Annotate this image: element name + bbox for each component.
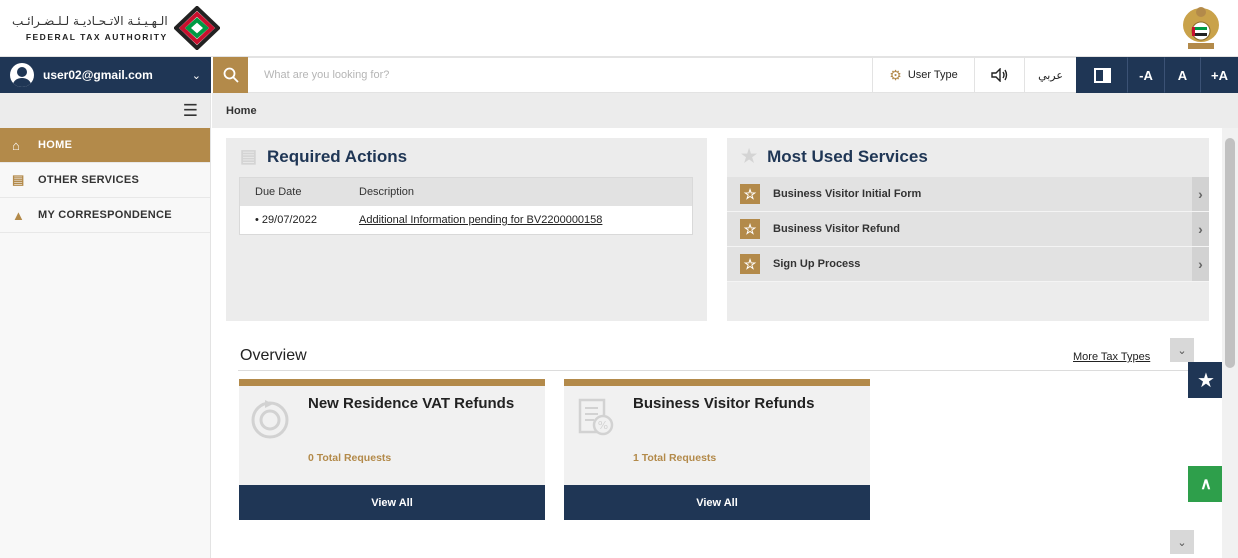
row-due-date: • 29/07/2022 (255, 214, 317, 226)
service-label: Business Visitor Refund (773, 223, 900, 235)
section-collapse-button[interactable]: ⌄ (1170, 530, 1194, 554)
sidebar-item-other-services[interactable]: ▤ OTHER SERVICES (0, 163, 210, 198)
view-all-button[interactable]: View All (564, 485, 870, 520)
required-action-link[interactable]: Additional Information pending for BV220… (359, 214, 602, 226)
logo-english-name: FEDERAL TAX AUTHORITY (25, 32, 168, 42)
more-tax-types-link[interactable]: More Tax Types (1073, 351, 1150, 363)
star-icon: ★ (1197, 369, 1215, 392)
card-title: Business Visitor Refunds (633, 395, 815, 412)
star-icon: ★ (741, 146, 758, 166)
search-icon (223, 67, 239, 83)
font-increase-label: +A (1211, 67, 1228, 83)
overview-title: Overview (240, 347, 307, 364)
most-used-services-panel: ★ Most Used Services ☆ Business Visitor … (727, 138, 1209, 321)
service-item-sign-up-process[interactable]: ☆ Sign Up Process › (727, 247, 1209, 282)
overview-collapse-button[interactable]: ⌄ (1170, 338, 1194, 362)
font-decrease-label: -A (1139, 67, 1153, 83)
contrast-icon (1093, 67, 1111, 83)
service-label: Business Visitor Initial Form (773, 188, 922, 200)
card-title: New Residence VAT Refunds (308, 395, 515, 412)
row-description-cell: Additional Information pending for BV220… (359, 214, 692, 226)
refund-cycle-icon (251, 400, 289, 439)
user-avatar-icon (10, 63, 34, 87)
language-toggle[interactable]: عربي (1024, 57, 1076, 93)
home-icon: ⌂ (12, 137, 21, 153)
panel-title-text: Required Actions (267, 146, 408, 166)
chevron-down-icon: ⌄ (1177, 344, 1187, 357)
required-actions-title: ▤ Required Actions (240, 146, 407, 167)
uae-emblem-icon (1183, 7, 1219, 49)
table-header: Due Date Description (240, 178, 692, 206)
table-row: • 29/07/2022 Additional Information pend… (240, 206, 692, 234)
bank-icon: ▲ (12, 207, 26, 223)
required-actions-table: Due Date Description • 29/07/2022 Additi… (239, 177, 693, 235)
sidebar-item-home[interactable]: ⌂ HOME (0, 128, 210, 163)
column-description: Description (359, 186, 415, 198)
search-input[interactable] (248, 58, 872, 92)
tax-card-business-visitor-refunds: % Business Visitor Refunds 1 Total Reque… (564, 379, 870, 520)
chevron-down-icon: ⌄ (191, 69, 201, 82)
user-type-label: User Type (907, 69, 958, 81)
invoice-percent-icon: % (578, 398, 614, 436)
service-list: ☆ Business Visitor Initial Form › ☆ Busi… (727, 177, 1209, 282)
gear-icon: ⚙ (889, 66, 902, 83)
view-all-button[interactable]: View All (239, 485, 545, 520)
logo-arabic-name: الـهـيـئـة الاتـحـاديـة لـلـضـرائـب (12, 14, 168, 28)
font-decrease-button[interactable]: -A (1127, 57, 1164, 93)
text-to-speech-button[interactable] (974, 57, 1024, 93)
card-request-count[interactable]: 0 Total Requests (308, 452, 391, 464)
clipboard-icon: ▤ (12, 172, 25, 187)
service-item-business-visitor-refund[interactable]: ☆ Business Visitor Refund › (727, 212, 1209, 247)
panel-title-text: Most Used Services (767, 146, 928, 166)
star-outline-icon: ☆ (740, 184, 760, 204)
sidebar-item-my-correspondence[interactable]: ▲ MY CORRESPONDENCE (0, 198, 210, 233)
tax-card-new-residence-vat-refunds: New Residence VAT Refunds 0 Total Reques… (239, 379, 545, 520)
chevron-right-icon: › (1192, 177, 1209, 211)
favorites-float-button[interactable]: ★ (1188, 362, 1224, 398)
fta-logo-icon (173, 6, 220, 50)
user-type-button[interactable]: ⚙ User Type (872, 57, 974, 93)
double-chevron-up-icon: ∧ (1200, 476, 1212, 493)
most-used-services-title: ★ Most Used Services (741, 146, 928, 167)
search-button[interactable] (213, 57, 248, 93)
language-label: عربي (1038, 68, 1063, 82)
card-request-count[interactable]: 1 Total Requests (633, 452, 716, 464)
contrast-toggle[interactable] (1076, 57, 1127, 93)
user-email: user02@gmail.com (43, 68, 153, 82)
font-increase-button[interactable]: +A (1200, 57, 1238, 93)
page-scrollbar[interactable] (1222, 128, 1238, 558)
breadcrumb: Home (212, 93, 1238, 128)
page-header: الـهـيـئـة الاتـحـاديـة لـلـضـرائـب FEDE… (0, 0, 1238, 57)
required-actions-panel: ▤ Required Actions Due Date Description … (226, 138, 707, 321)
sidebar: ☰ ⌂ HOME ▤ OTHER SERVICES ▲ MY CORRESPON… (0, 93, 211, 558)
scroll-to-top-button[interactable]: ∧ (1188, 466, 1224, 502)
column-due-date: Due Date (255, 186, 302, 198)
fta-logo[interactable]: الـهـيـئـة الاتـحـاديـة لـلـضـرائـب FEDE… (12, 6, 220, 50)
chevron-right-icon: › (1192, 212, 1209, 246)
user-menu[interactable]: user02@gmail.com ⌄ (0, 57, 211, 93)
font-normal-label: A (1177, 67, 1188, 83)
chevron-down-icon: ⌄ (1177, 536, 1187, 549)
star-outline-icon: ☆ (740, 219, 760, 239)
sidebar-item-label: MY CORRESPONDENCE (38, 209, 172, 221)
document-icon: ▤ (240, 146, 258, 166)
overview-divider (238, 370, 1208, 371)
hamburger-menu-icon[interactable]: ☰ (183, 101, 198, 121)
sidebar-item-label: OTHER SERVICES (38, 174, 140, 186)
svg-text:%: % (598, 419, 608, 432)
breadcrumb-home-link[interactable]: Home (226, 105, 257, 117)
speaker-icon (990, 68, 1007, 82)
sidebar-item-label: HOME (38, 139, 73, 151)
star-outline-icon: ☆ (740, 254, 760, 274)
chevron-right-icon: › (1192, 247, 1209, 281)
sidebar-toggle-row: ☰ (0, 93, 210, 128)
service-item-business-visitor-initial-form[interactable]: ☆ Business Visitor Initial Form › (727, 177, 1209, 212)
font-normal-button[interactable]: A (1164, 57, 1200, 93)
logo-text: الـهـيـئـة الاتـحـاديـة لـلـضـرائـب FEDE… (12, 14, 168, 42)
search-box (248, 57, 872, 93)
service-label: Sign Up Process (773, 258, 861, 270)
scrollbar-thumb[interactable] (1225, 138, 1235, 368)
